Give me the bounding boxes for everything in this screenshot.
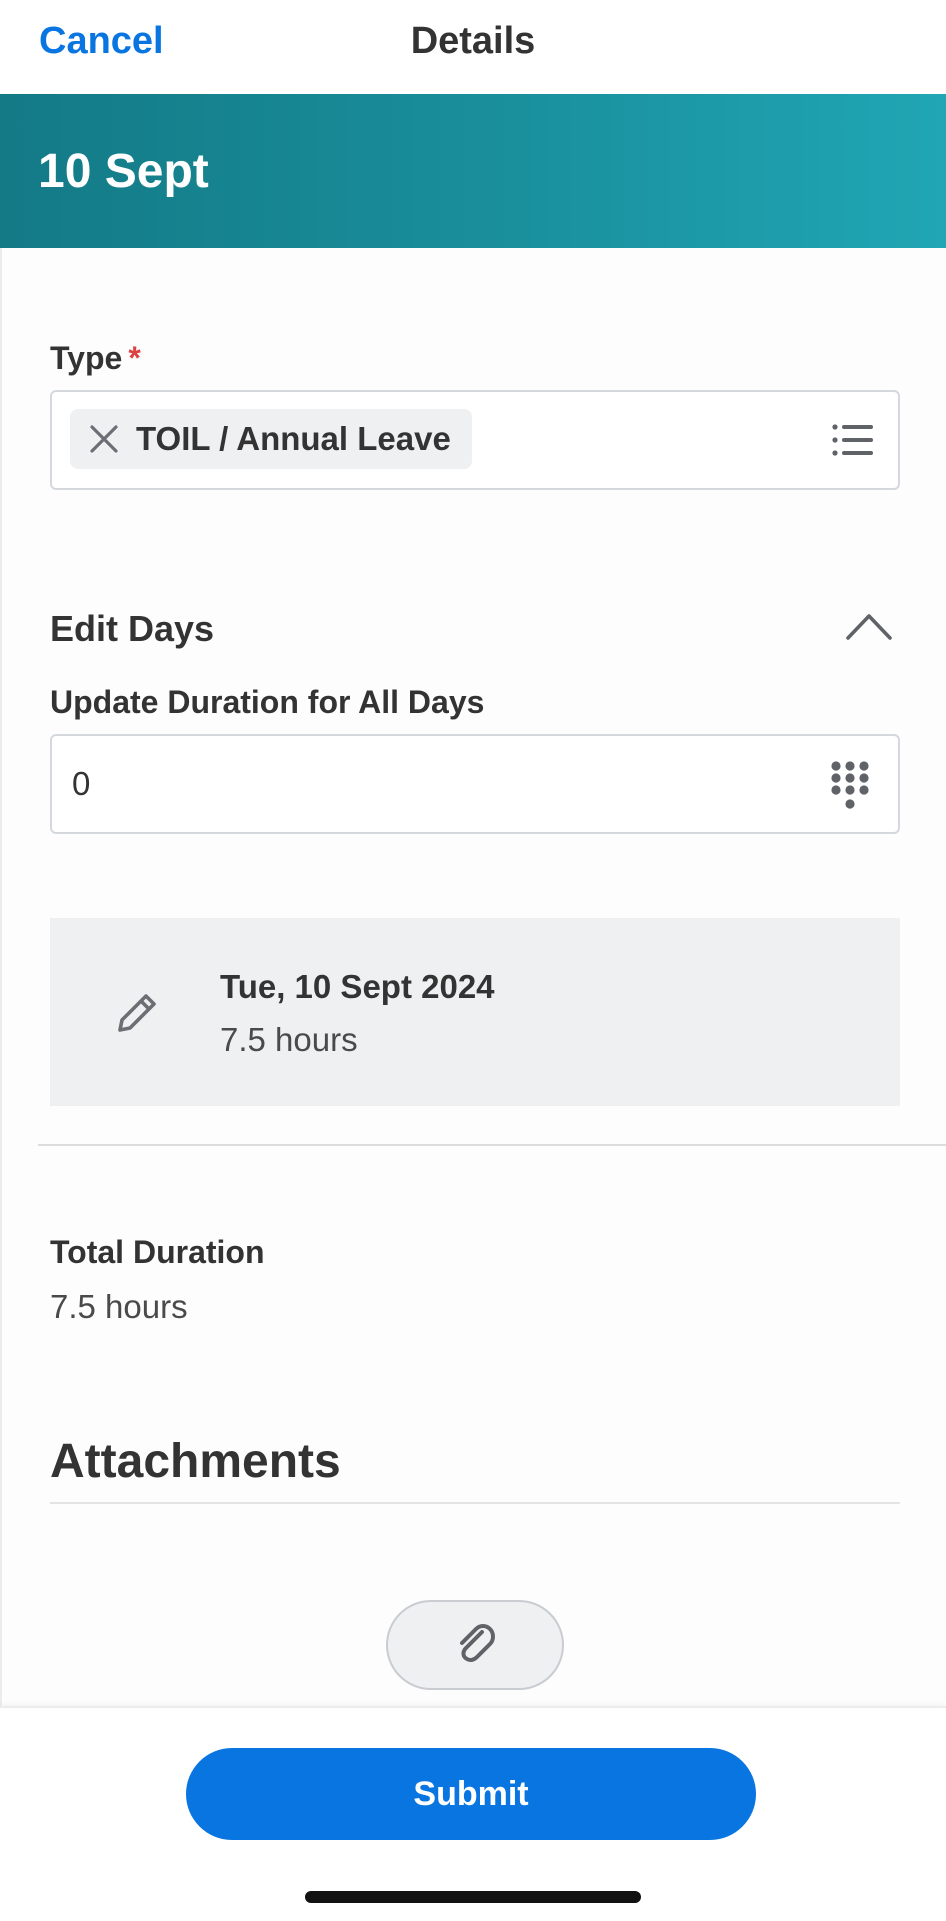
date-banner: 10 Sept: [0, 94, 946, 248]
home-indicator: [305, 1891, 641, 1903]
total-duration-value: 7.5 hours: [50, 1288, 188, 1325]
paperclip-icon: [450, 1618, 500, 1673]
type-label: Type *: [50, 340, 141, 377]
day-entry[interactable]: Tue, 10 Sept 2024 7.5 hours: [50, 918, 900, 1106]
selected-type-chip: TOIL / Annual Leave: [70, 409, 472, 469]
edit-days-heading: Edit Days: [50, 608, 215, 649]
top-navigation-bar: Cancel Details: [0, 0, 946, 94]
total-duration-label: Total Duration: [50, 1234, 265, 1270]
pencil-icon[interactable]: [112, 986, 164, 1038]
section-divider: [38, 1144, 946, 1146]
keypad-icon[interactable]: [830, 760, 870, 812]
banner-title: 10 Sept: [38, 145, 209, 198]
update-duration-label: Update Duration for All Days: [50, 684, 485, 720]
page-title: Details: [410, 20, 536, 62]
selected-type-text: TOIL / Annual Leave: [136, 420, 451, 457]
type-label-text: Type: [50, 340, 123, 376]
add-attachment-button[interactable]: [386, 1600, 564, 1690]
bottom-action-bar: Submit: [0, 1706, 946, 1921]
list-icon[interactable]: [832, 422, 874, 458]
attachments-divider: [50, 1502, 900, 1504]
chevron-up-icon[interactable]: [844, 606, 894, 646]
submit-button[interactable]: Submit: [186, 1748, 756, 1840]
day-date: Tue, 10 Sept 2024: [220, 968, 495, 1005]
close-icon[interactable]: [86, 421, 122, 457]
attachments-heading: Attachments: [50, 1435, 341, 1488]
required-marker: *: [128, 340, 141, 376]
day-hours: 7.5 hours: [220, 1021, 358, 1058]
details-form: Type * TOIL / Annual Leave Edit Days Upd…: [0, 248, 946, 1708]
type-field[interactable]: TOIL / Annual Leave: [50, 390, 900, 490]
duration-input[interactable]: [72, 736, 792, 832]
duration-field[interactable]: [50, 734, 900, 834]
